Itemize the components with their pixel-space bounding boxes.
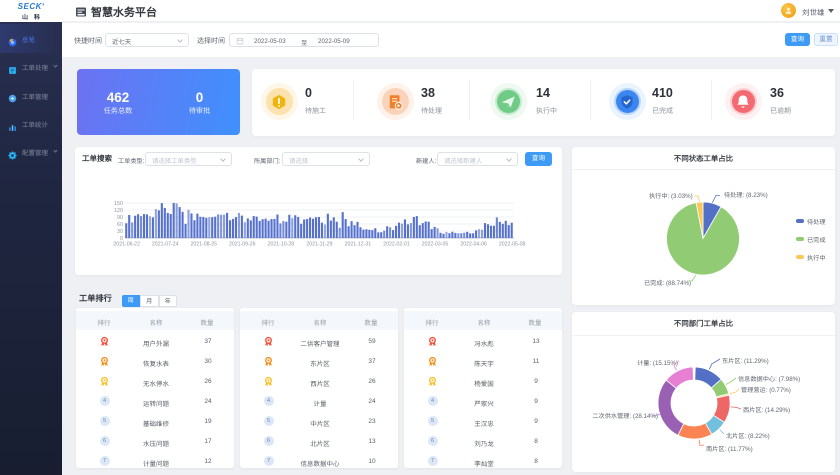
svg-text:30: 30 bbox=[117, 229, 123, 235]
svg-text:60: 60 bbox=[117, 222, 123, 228]
svg-text:2022-02-01: 2022-02-01 bbox=[383, 242, 410, 248]
svg-text:120: 120 bbox=[114, 208, 123, 214]
svg-text:2022-03-05: 2022-03-05 bbox=[422, 242, 449, 248]
svg-text:2021-11-29: 2021-11-29 bbox=[306, 242, 332, 248]
svg-text:2021-12-31: 2021-12-31 bbox=[345, 242, 372, 248]
svg-text:2021-07-24: 2021-07-24 bbox=[152, 242, 179, 248]
svg-text:2022-05-08: 2022-05-08 bbox=[499, 242, 526, 248]
svg-text:90: 90 bbox=[117, 215, 123, 221]
svg-text:2021-06-22: 2021-06-22 bbox=[113, 242, 140, 248]
svg-text:150: 150 bbox=[114, 201, 123, 207]
svg-text:2021-10-28: 2021-10-28 bbox=[268, 242, 295, 248]
svg-text:2021-09-26: 2021-09-26 bbox=[229, 242, 256, 248]
svg-text:2021-08-25: 2021-08-25 bbox=[191, 242, 218, 248]
svg-text:2022-04-06: 2022-04-06 bbox=[460, 242, 487, 248]
